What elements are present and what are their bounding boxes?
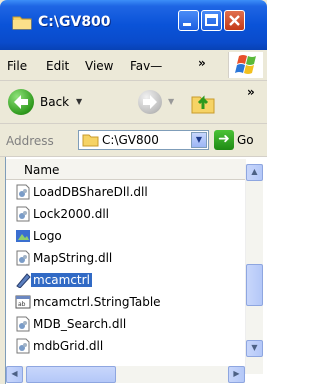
control-icon <box>16 273 31 288</box>
dll-icon <box>16 250 30 266</box>
go-label[interactable]: Go <box>237 133 254 147</box>
scroll-up-button[interactable]: ▲ <box>246 164 263 181</box>
forward-dropdown-icon[interactable]: ▼ <box>168 97 174 106</box>
close-icon <box>229 15 240 26</box>
go-button[interactable]: ➜ <box>214 130 234 150</box>
file-name: MapString.dll <box>33 251 113 265</box>
dll-icon <box>16 184 30 200</box>
file-list[interactable]: Name LoadDBShareDll.dll Lock2000.dll Log… <box>5 157 268 384</box>
dll-icon <box>16 338 30 354</box>
table-icon: ab <box>15 295 31 309</box>
scroll-left-button[interactable]: ◀ <box>6 366 23 383</box>
vertical-scroll-thumb[interactable] <box>246 264 263 306</box>
minimize-icon <box>183 23 191 26</box>
dll-icon <box>16 316 30 332</box>
list-item[interactable]: mdbGrid.dll <box>6 336 246 358</box>
menu-view[interactable]: View <box>85 59 113 73</box>
dll-icon <box>16 206 30 222</box>
forward-arrow-icon <box>143 95 157 109</box>
forward-button[interactable] <box>138 90 162 114</box>
column-header-label: Name <box>24 163 60 177</box>
standard-toolbar: Back ▼ ▼ » <box>0 81 267 124</box>
folder-icon <box>82 134 99 147</box>
back-button[interactable] <box>8 89 34 115</box>
back-arrow-icon <box>14 95 28 109</box>
address-field[interactable]: C:\GV800 ▼ <box>78 130 209 150</box>
shortcut-icon <box>16 230 30 242</box>
vertical-scrollbar[interactable]: ▲ ▼ <box>245 164 263 374</box>
folder-icon <box>12 16 32 30</box>
back-label[interactable]: Back <box>40 95 69 109</box>
horizontal-scroll-thumb[interactable] <box>26 366 116 383</box>
file-name: mcamctrl.StringTable <box>33 295 161 309</box>
horizontal-scrollbar[interactable]: ◀ ▶ <box>6 366 245 383</box>
menu-file[interactable]: File <box>7 59 27 73</box>
window-title: C:\GV800 <box>38 14 111 30</box>
svg-text:ab: ab <box>18 301 26 308</box>
title-bar[interactable]: C:\GV800 <box>0 0 267 50</box>
maximize-icon <box>205 14 218 26</box>
up-folder-icon[interactable] <box>190 89 216 115</box>
file-name: mdbGrid.dll <box>33 339 104 353</box>
menu-bar: File Edit View Fav— » <box>0 50 267 81</box>
file-name: MDB_Search.dll <box>33 317 127 331</box>
file-name: LoadDBShareDll.dll <box>33 185 148 199</box>
address-label: Address <box>6 134 54 148</box>
address-bar: Address C:\GV800 ▼ ➜ Go <box>0 124 267 157</box>
maximize-button[interactable] <box>201 10 222 31</box>
list-item[interactable]: MapString.dll <box>6 248 246 270</box>
menu-edit[interactable]: Edit <box>46 59 69 73</box>
close-button[interactable] <box>224 10 245 31</box>
file-name: Logo <box>33 229 62 243</box>
list-item[interactable]: Lock2000.dll <box>6 204 246 226</box>
list-item[interactable]: LoadDBShareDll.dll <box>6 182 246 204</box>
list-item[interactable]: MDB_Search.dll <box>6 314 246 336</box>
menu-overflow-chevron[interactable]: » <box>198 56 206 70</box>
address-dropdown-button[interactable]: ▼ <box>191 132 207 148</box>
toolbar-overflow-chevron[interactable]: » <box>247 85 255 99</box>
menu-favorites[interactable]: Fav— <box>130 59 162 73</box>
file-rows: LoadDBShareDll.dll Lock2000.dll Logo Map… <box>6 182 246 358</box>
list-item[interactable]: Logo <box>6 226 246 248</box>
explorer-window: C:\GV800 File Edit View Fav— » Back ▼ ▼ … <box>0 0 268 384</box>
windows-flag-icon <box>235 55 256 74</box>
list-item-selected[interactable]: mcamctrl <box>6 270 246 292</box>
minimize-button[interactable] <box>178 10 199 31</box>
scroll-down-button[interactable]: ▼ <box>246 340 263 357</box>
back-dropdown-icon[interactable]: ▼ <box>76 97 82 106</box>
address-value: C:\GV800 <box>102 133 159 147</box>
scroll-right-button[interactable]: ▶ <box>228 366 245 383</box>
list-item[interactable]: ab mcamctrl.StringTable <box>6 292 246 314</box>
go-arrow-icon: ➜ <box>218 131 230 147</box>
windows-logo <box>228 52 263 78</box>
column-header-name[interactable]: Name <box>6 159 246 180</box>
file-name: Lock2000.dll <box>33 207 110 221</box>
file-name: mcamctrl <box>31 273 92 287</box>
